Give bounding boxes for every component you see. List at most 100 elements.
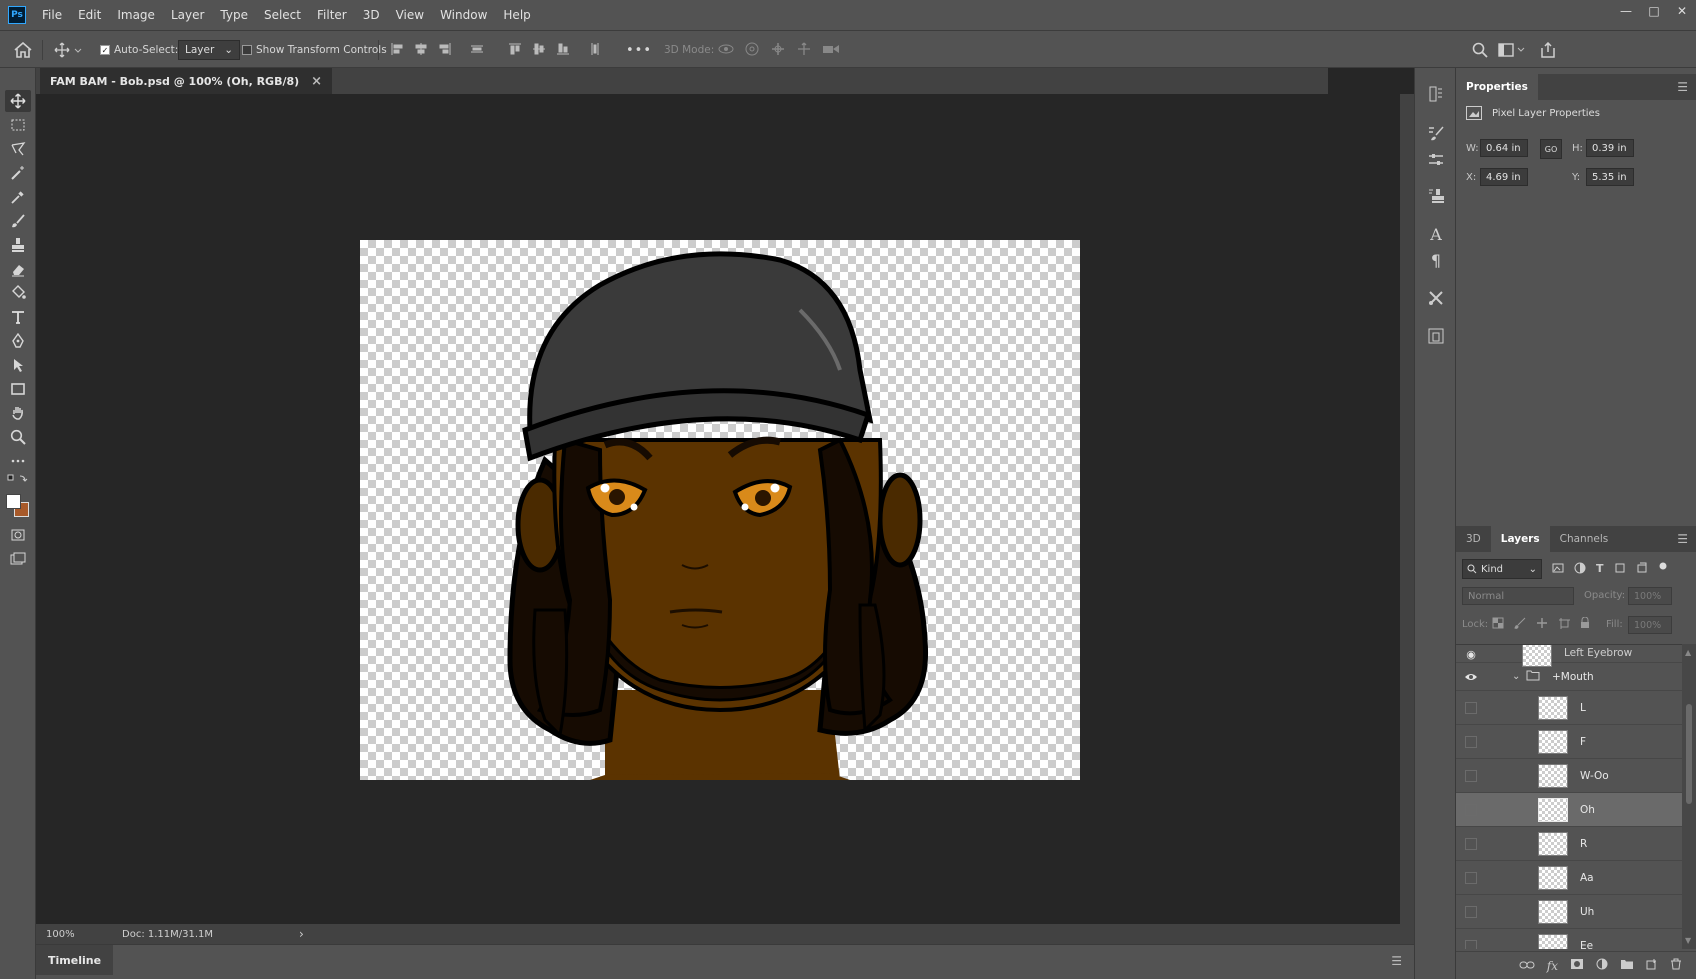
- opacity-field[interactable]: 100%: [1628, 587, 1672, 605]
- distribute-v-icon[interactable]: [588, 42, 602, 59]
- roll-3d-icon[interactable]: [744, 42, 760, 59]
- path-selection-tool-icon[interactable]: [5, 354, 31, 376]
- lock-transparent-icon[interactable]: [1492, 617, 1504, 632]
- move-tool-icon[interactable]: [5, 90, 31, 112]
- filter-pixel-icon[interactable]: [1552, 562, 1564, 577]
- tools-options-icon[interactable]: [1424, 286, 1448, 310]
- scroll-down-icon[interactable]: ▼: [1685, 936, 1691, 945]
- status-menu-arrow[interactable]: ›: [299, 927, 304, 941]
- close-tab-icon[interactable]: ×: [311, 74, 322, 89]
- menu-item-layer[interactable]: Layer: [163, 0, 212, 30]
- more-options-button[interactable]: •••: [626, 31, 652, 69]
- marquee-tool-icon[interactable]: [5, 114, 31, 136]
- zoom-level[interactable]: 100%: [36, 929, 118, 940]
- visibility-eye-icon[interactable]: ◉: [1462, 645, 1480, 663]
- type-tool-icon[interactable]: [5, 306, 31, 328]
- visibility-toggle[interactable]: [1462, 733, 1480, 751]
- timeline-menu-icon[interactable]: ☰: [1391, 954, 1402, 968]
- blend-mode-dropdown[interactable]: Normal: [1462, 587, 1574, 605]
- layer-row[interactable]: W-Oo: [1456, 759, 1682, 793]
- visibility-toggle[interactable]: [1462, 699, 1480, 717]
- scroll-up-icon[interactable]: ▲: [1685, 648, 1691, 657]
- visibility-toggle[interactable]: [1462, 835, 1480, 853]
- slide-3d-icon[interactable]: [796, 42, 812, 59]
- layer-row-left-eyebrow[interactable]: ◉ Left Eyebrow: [1456, 645, 1682, 667]
- align-center-h-icon[interactable]: [414, 42, 428, 59]
- filter-smart-object-icon[interactable]: [1636, 562, 1648, 577]
- visibility-toggle[interactable]: [1462, 937, 1480, 950]
- auto-select-target-dropdown[interactable]: Layer ⌄: [178, 31, 241, 69]
- align-middle-v-icon[interactable]: [532, 42, 546, 59]
- rectangle-tool-icon[interactable]: [5, 378, 31, 400]
- layers-scrollbar[interactable]: ▲ ▼: [1682, 644, 1696, 949]
- tab-properties[interactable]: Properties: [1456, 74, 1538, 100]
- adjustments-icon[interactable]: [1424, 148, 1448, 172]
- move-tool-icon[interactable]: [54, 31, 82, 69]
- menu-item-file[interactable]: File: [34, 0, 70, 30]
- paragraph-icon[interactable]: ¶: [1424, 248, 1448, 272]
- paint-bucket-tool-icon[interactable]: [5, 282, 31, 304]
- link-layers-icon[interactable]: [1519, 959, 1535, 973]
- lock-position-icon[interactable]: [1536, 617, 1548, 632]
- menu-item-filter[interactable]: Filter: [309, 0, 355, 30]
- tab-layers[interactable]: Layers: [1490, 526, 1550, 552]
- maximize-icon[interactable]: □: [1640, 0, 1668, 22]
- properties-menu-icon[interactable]: ☰: [1677, 80, 1688, 94]
- y-field[interactable]: 5.35 in: [1586, 168, 1634, 186]
- layer-row[interactable]: Ee: [1456, 929, 1682, 949]
- workspace-icon[interactable]: [1498, 31, 1526, 69]
- layer-row[interactable]: R: [1456, 827, 1682, 861]
- character-icon[interactable]: A: [1424, 222, 1448, 246]
- scale-3d-icon[interactable]: [822, 42, 840, 59]
- timeline-tab[interactable]: Timeline: [36, 945, 114, 975]
- layer-row[interactable]: L: [1456, 691, 1682, 725]
- visibility-toggle[interactable]: [1462, 869, 1480, 887]
- menu-item-window[interactable]: Window: [432, 0, 495, 30]
- align-right-icon[interactable]: [438, 42, 452, 59]
- eraser-tool-icon[interactable]: [5, 258, 31, 280]
- foreground-color-swatch[interactable]: [6, 494, 21, 509]
- minimize-icon[interactable]: —: [1612, 0, 1640, 22]
- menu-item-view[interactable]: View: [388, 0, 432, 30]
- filter-type-icon[interactable]: T: [1596, 562, 1604, 577]
- align-left-icon[interactable]: [390, 42, 404, 59]
- visibility-eye-icon[interactable]: [1462, 668, 1480, 686]
- magic-wand-tool-icon[interactable]: [5, 162, 31, 184]
- brush-settings-icon[interactable]: [1424, 122, 1448, 146]
- tab-channels[interactable]: Channels: [1550, 526, 1619, 552]
- filter-shape-icon[interactable]: [1614, 562, 1626, 577]
- search-icon[interactable]: [1472, 31, 1488, 69]
- brush-tool-icon[interactable]: [5, 210, 31, 232]
- layer-mask-icon[interactable]: [1570, 958, 1584, 973]
- new-layer-icon[interactable]: [1646, 958, 1658, 973]
- menu-item-help[interactable]: Help: [495, 0, 538, 30]
- visibility-toggle[interactable]: [1462, 767, 1480, 785]
- document-canvas[interactable]: [360, 240, 1080, 780]
- document-tab[interactable]: FAM BAM - Bob.psd @ 100% (Oh, RGB/8) ×: [40, 68, 333, 94]
- glyphs-icon[interactable]: [1424, 324, 1448, 348]
- history-icon[interactable]: [1424, 82, 1448, 106]
- layer-row[interactable]: Oh: [1456, 793, 1682, 827]
- screen-mode-icon[interactable]: [5, 548, 31, 570]
- layer-row[interactable]: Aa: [1456, 861, 1682, 895]
- fill-field[interactable]: 100%: [1628, 616, 1672, 634]
- more-tools-icon[interactable]: [5, 450, 31, 472]
- canvas-vertical-scrollbar[interactable]: [1400, 94, 1414, 931]
- align-bottom-icon[interactable]: [556, 42, 570, 59]
- home-icon[interactable]: [14, 31, 32, 69]
- layer-effects-icon[interactable]: fx: [1547, 959, 1558, 973]
- filter-adjustment-icon[interactable]: [1574, 562, 1586, 577]
- visibility-toggle[interactable]: [1462, 801, 1480, 819]
- link-dimensions-icon[interactable]: GO: [1540, 139, 1562, 159]
- zoom-tool-icon[interactable]: [5, 426, 31, 448]
- eyedropper-tool-icon[interactable]: [5, 186, 31, 208]
- menu-item-edit[interactable]: Edit: [70, 0, 109, 30]
- menu-item-image[interactable]: Image: [109, 0, 163, 30]
- scrollbar-thumb[interactable]: [1686, 704, 1692, 804]
- share-icon[interactable]: [1540, 31, 1556, 69]
- chevron-down-icon[interactable]: ⌄: [1512, 671, 1520, 682]
- lasso-tool-icon[interactable]: [5, 138, 31, 160]
- height-field[interactable]: 0.39 in: [1586, 139, 1634, 157]
- canvas-area[interactable]: [36, 94, 1328, 931]
- lock-all-icon[interactable]: [1580, 616, 1590, 632]
